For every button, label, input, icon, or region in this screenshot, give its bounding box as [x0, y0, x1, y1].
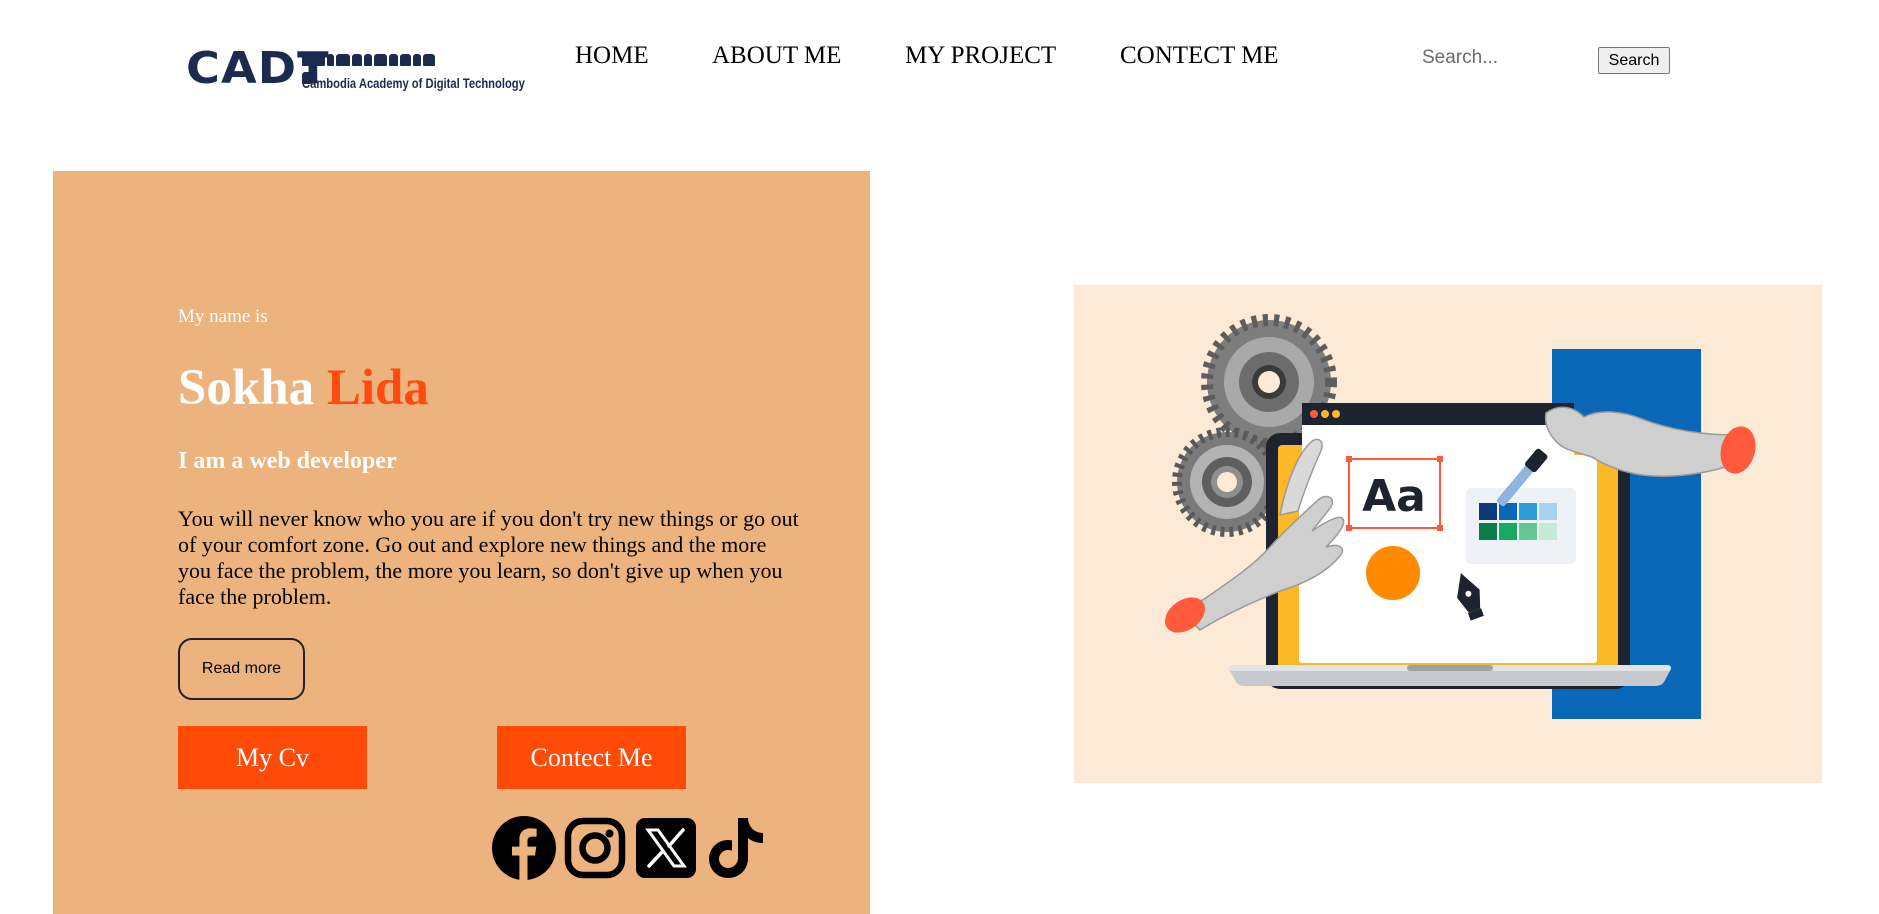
hero-description: You will never know who you are if you d…: [178, 506, 799, 609]
last-name: Lida: [326, 360, 429, 416]
my-cv-button[interactable]: My Cv: [178, 726, 367, 789]
hero-role: I am a web developer: [178, 448, 397, 474]
search-input[interactable]: [1408, 44, 1616, 72]
typography-sample: Aa: [1362, 471, 1426, 522]
logo-subtitle: Cambodia Academy of Digital Technology: [302, 76, 525, 91]
gear-icon: [1172, 427, 1282, 537]
nav-my-project[interactable]: MY PROJECT: [905, 42, 1056, 70]
nav-about-me[interactable]: ABOUT ME: [712, 42, 841, 70]
search-button[interactable]: Search: [1598, 47, 1670, 74]
logo-khmer-text: [302, 53, 447, 84]
tiktok-icon[interactable]: [705, 816, 769, 880]
x-twitter-icon[interactable]: [634, 816, 698, 880]
nav-home[interactable]: HOME: [575, 42, 649, 70]
nav-contect-me[interactable]: CONTECT ME: [1120, 42, 1279, 70]
contect-me-button[interactable]: Contect Me: [497, 726, 686, 789]
instagram-icon[interactable]: [563, 816, 627, 880]
hero-name: Sokha Lida: [178, 358, 429, 418]
first-name: Sokha: [178, 360, 315, 416]
read-more-button[interactable]: Read more: [178, 638, 305, 700]
cadt-logo[interactable]: CADT Cambodia Academy of Digital Technol…: [186, 46, 525, 96]
web-design-illustration: Aa: [1074, 285, 1822, 783]
facebook-icon[interactable]: [492, 816, 556, 880]
hero-intro: My name is: [178, 306, 268, 327]
